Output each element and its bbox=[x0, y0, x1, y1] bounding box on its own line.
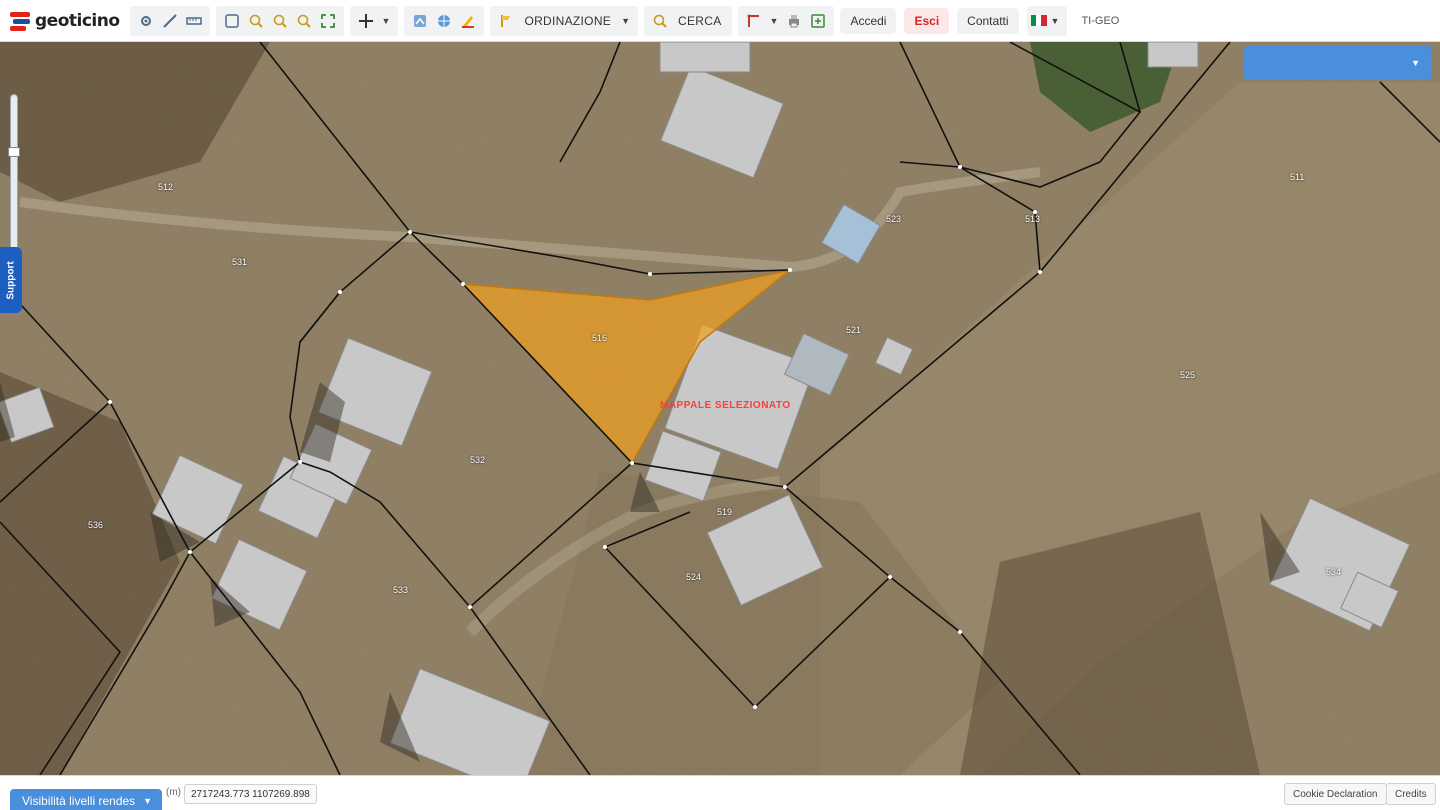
zoom-out-icon[interactable] bbox=[268, 9, 292, 33]
layer-visibility-button[interactable]: Visibilità livelli rendes ▼ bbox=[10, 789, 162, 810]
parcel-number: 531 bbox=[232, 257, 248, 267]
highlight-pen-icon[interactable] bbox=[456, 9, 480, 33]
parcel-number: 519 bbox=[717, 507, 733, 517]
draw-dropdown-icon[interactable]: ▼ bbox=[766, 16, 783, 26]
zoom-slider-handle[interactable] bbox=[8, 147, 20, 157]
language-select[interactable]: ▼ bbox=[1026, 5, 1068, 36]
top-toolbar: geoticino ▼ ORDINAZIONE ▼ CERCA ▼ Accedi bbox=[0, 0, 1440, 42]
parcel-number: 523 bbox=[886, 214, 902, 224]
map-canvas[interactable]: 512 513 516 521 525 532 536 533 524 519 … bbox=[0, 42, 1440, 775]
chevron-down-icon: ▼ bbox=[1411, 58, 1420, 68]
bottom-bar: Visibilità livelli rendes ▼ (m) 2717243.… bbox=[0, 775, 1440, 810]
app-logo[interactable]: geoticino bbox=[10, 0, 120, 42]
parcel-number: 521 bbox=[846, 325, 862, 335]
accedi-button[interactable]: Accedi bbox=[840, 7, 897, 34]
ordinazione-dropdown-icon[interactable]: ▼ bbox=[617, 16, 634, 26]
print-icon[interactable] bbox=[782, 9, 806, 33]
parcel-number: 532 bbox=[470, 455, 486, 465]
pan-select-icon[interactable] bbox=[220, 9, 244, 33]
parcel-number: 512 bbox=[158, 182, 174, 192]
zoom-slider[interactable] bbox=[8, 94, 20, 254]
selected-parcel-tag: MAPPALE SELEZIONATO bbox=[660, 400, 791, 411]
settings-tool-icon[interactable] bbox=[134, 9, 158, 33]
support-tab-label: Support bbox=[5, 260, 17, 300]
zoom-extent-icon[interactable] bbox=[292, 9, 316, 33]
parcel-number: 533 bbox=[393, 585, 409, 595]
measure-ruler-icon[interactable] bbox=[182, 9, 206, 33]
contatti-button[interactable]: Contatti bbox=[957, 7, 1019, 34]
layer-tools bbox=[404, 5, 485, 36]
credits-button[interactable]: Credits bbox=[1386, 783, 1436, 805]
ordinazione-menu[interactable]: ORDINAZIONE bbox=[518, 14, 617, 28]
italian-flag-icon bbox=[1030, 15, 1047, 26]
order-cart-icon[interactable] bbox=[494, 9, 518, 33]
zoom-in-icon[interactable] bbox=[244, 9, 268, 33]
export-icon[interactable] bbox=[806, 9, 830, 33]
tigeo-link[interactable]: TI-GEO bbox=[1081, 15, 1119, 27]
parcel-number: 516 bbox=[592, 333, 608, 343]
draw-shape-icon[interactable] bbox=[742, 9, 766, 33]
support-tab[interactable]: Support bbox=[0, 247, 22, 313]
parcel-number: 525 bbox=[1180, 370, 1196, 380]
geoticino-logo-icon bbox=[10, 11, 30, 31]
navigation-tools bbox=[215, 5, 344, 36]
app-logo-text: geoticino bbox=[35, 10, 120, 31]
parcel-number: 534 bbox=[1326, 567, 1342, 577]
measure-tools bbox=[129, 5, 210, 36]
esci-button[interactable]: Esci bbox=[904, 7, 950, 34]
layer-visibility-label: Visibilità livelli rendes bbox=[22, 794, 136, 808]
search-group: CERCA bbox=[644, 5, 732, 36]
globe-icon[interactable] bbox=[432, 9, 456, 33]
draw-line-icon[interactable] bbox=[158, 9, 182, 33]
language-dropdown-icon[interactable]: ▼ bbox=[1047, 16, 1064, 26]
parcel-number: 524 bbox=[686, 572, 702, 582]
parcel-number: 511 bbox=[1290, 172, 1305, 182]
map-layer-icon[interactable] bbox=[408, 9, 432, 33]
cerca-button[interactable]: CERCA bbox=[672, 14, 728, 28]
locate-tools: ▼ bbox=[349, 5, 399, 36]
coordinate-readout: 2717243.773 1107269.898 bbox=[184, 784, 317, 804]
order-group: ORDINAZIONE ▼ bbox=[490, 5, 639, 36]
crosshair-dropdown-icon[interactable]: ▼ bbox=[378, 16, 395, 26]
crosshair-icon[interactable] bbox=[354, 9, 378, 33]
coords-unit: (m) bbox=[166, 787, 181, 798]
parcel-number: 536 bbox=[88, 520, 104, 530]
search-icon[interactable] bbox=[648, 9, 672, 33]
basemap-dropdown[interactable]: ▼ bbox=[1244, 46, 1432, 80]
cookie-declaration-button[interactable]: Cookie Declaration bbox=[1284, 783, 1387, 805]
chevron-down-icon: ▼ bbox=[143, 796, 153, 806]
print-tools: ▼ bbox=[737, 5, 835, 36]
parcel-number: 513 bbox=[1025, 214, 1041, 224]
full-extent-icon[interactable] bbox=[316, 9, 340, 33]
